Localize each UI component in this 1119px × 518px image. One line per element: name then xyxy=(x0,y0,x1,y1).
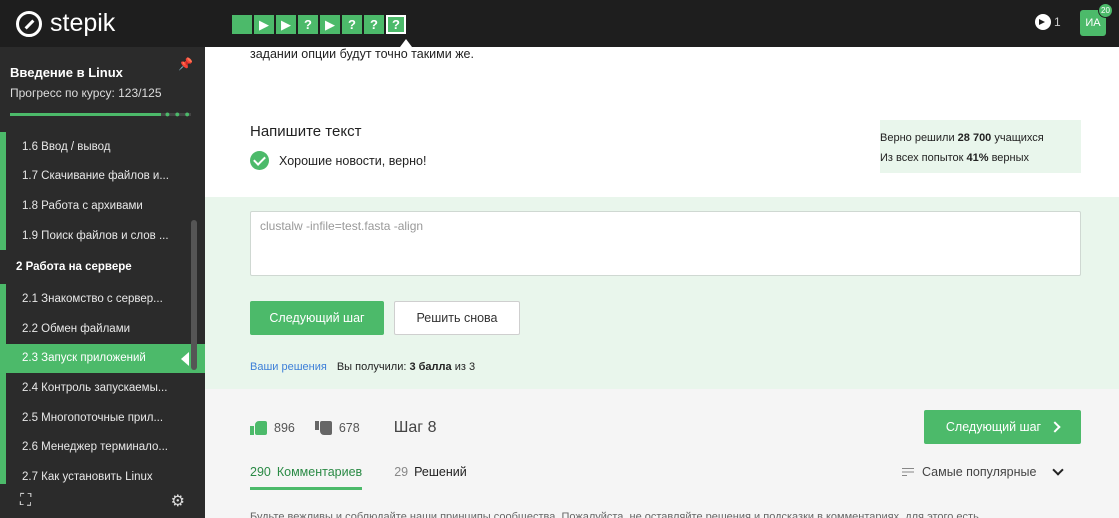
avatar[interactable]: ИА 20 xyxy=(1080,3,1113,36)
solve-stats: Верно решили 28 700 учащихся Из всех поп… xyxy=(880,120,1081,173)
score-line: Ваши решения Вы получили: 3 балла из 3 xyxy=(250,361,475,373)
step-label: Шаг 8 xyxy=(393,419,437,436)
step-button[interactable]: ▶ xyxy=(320,15,340,34)
course-progress-bar: ● ● ● xyxy=(10,109,191,119)
sidebar-lesson[interactable]: 2.3 Запуск приложений xyxy=(0,343,205,374)
tab-count: 290 xyxy=(250,465,271,479)
sort-label: Самые популярные xyxy=(922,465,1037,479)
sidebar-lesson[interactable]: 2.2 Обмен файлами xyxy=(0,313,205,344)
chevron-down-icon xyxy=(1052,464,1065,476)
main-content: задании опции будут точно такими же. Нап… xyxy=(205,47,1119,518)
tab-count: 29 xyxy=(394,465,409,479)
notification-count: 1 xyxy=(1054,15,1061,29)
sidebar-lesson[interactable]: 2.6 Менеджер терминало... xyxy=(0,432,205,462)
avatar-badge: 20 xyxy=(1098,3,1113,18)
tab-label: Решений xyxy=(414,465,467,479)
course-title[interactable]: Введение в Linux xyxy=(10,65,189,80)
thumbs-up-icon[interactable] xyxy=(250,421,268,435)
step-pointer xyxy=(400,39,412,47)
gear-icon[interactable]: ⚙ xyxy=(171,491,185,511)
intro-text: задании опции будут точно такими же. xyxy=(250,47,474,61)
sort-dropdown[interactable]: Самые популярные xyxy=(902,464,1065,479)
chevron-right-icon xyxy=(1049,421,1061,433)
sidebar-lesson[interactable]: 2.7 Как установить Linux xyxy=(0,461,205,484)
pin-icon[interactable]: 📌 xyxy=(178,57,193,71)
tab-label: Комментариев xyxy=(276,465,363,479)
avatar-initials: ИА xyxy=(1085,17,1101,29)
step-navigation: ▶ ▶? ▶??? xyxy=(232,15,406,34)
sidebar-lesson[interactable]: 2.5 Многопоточные прил... xyxy=(0,402,205,433)
sidebar-lesson[interactable]: 1.8 Работа с архивами xyxy=(0,191,205,221)
step-button[interactable]: ▶ xyxy=(254,15,274,34)
sidebar-lesson[interactable]: 2.1 Знакомство с сервер... xyxy=(0,284,205,314)
score-text: Вы получили: 3 балла из 3 xyxy=(336,361,476,373)
dislikes-count: 678 xyxy=(338,421,360,435)
course-header: Введение в Linux Прогресс по курсу: 123/… xyxy=(0,47,205,132)
retry-button[interactable]: Решить снова xyxy=(394,301,520,335)
sidebar-lesson[interactable]: 1.6 Ввод / вывод xyxy=(0,132,205,162)
step-button[interactable]: ? xyxy=(386,15,406,34)
discussion-zone: 896 678 Шаг 8 Следующий шаг 290 Комментар… xyxy=(205,389,1119,518)
sidebar-section[interactable]: 2 Работа на сервере xyxy=(0,250,205,285)
step-button[interactable]: ? xyxy=(342,15,362,34)
check-circle-icon xyxy=(250,151,269,170)
step-button[interactable]: ? xyxy=(298,15,318,34)
thumbs-down-icon[interactable] xyxy=(314,421,333,435)
next-step-button[interactable]: Следующий шаг xyxy=(250,301,384,335)
community-notice: Будьте вежливы и соблюдайте наши принцип… xyxy=(250,511,979,518)
next-step-button-bottom[interactable]: Следующий шаг xyxy=(924,410,1081,444)
topbar: ▶ ▶? ▶??? 1 ИА 20 xyxy=(205,0,1119,47)
sidebar-footer: ⛶ ⚙ xyxy=(0,484,205,518)
notification-icon xyxy=(1035,14,1051,30)
answer-textarea[interactable]: clustalw -infile=test.fasta -align xyxy=(250,211,1081,276)
stats-line-1: Верно решили 28 700 учащихся xyxy=(880,132,1044,144)
answer-zone: clustalw -infile=test.fasta -align Следу… xyxy=(205,197,1119,389)
discussion-tab[interactable]: 29 Решений xyxy=(394,465,467,490)
logo[interactable]: stepik xyxy=(0,0,205,47)
likes-count: 896 xyxy=(274,421,295,435)
discussion-tab[interactable]: 290 Комментариев xyxy=(250,465,363,490)
step-button[interactable] xyxy=(232,15,252,34)
notifications[interactable]: 1 xyxy=(1035,14,1061,30)
course-progress: Прогресс по курсу: 123/125 xyxy=(10,86,162,100)
sidebar-lesson[interactable]: 1.9 Поиск файлов и слов ... xyxy=(0,220,205,251)
step-button[interactable]: ▶ xyxy=(276,15,296,34)
success-text: Хорошие новости, верно! xyxy=(279,153,427,168)
lesson-list: 1.6 Ввод / вывод 1.7 Скачивание файлов и.… xyxy=(0,132,205,484)
sidebar: stepik Введение в Linux Прогресс по курс… xyxy=(0,0,205,518)
sort-icon xyxy=(902,467,914,477)
solutions-link[interactable]: Ваши решения xyxy=(250,361,327,373)
success-message: Хорошие новости, верно! xyxy=(250,151,426,170)
fullscreen-icon[interactable]: ⛶ xyxy=(20,492,31,510)
sidebar-scrollbar[interactable] xyxy=(191,130,197,480)
step-rating: 896 678 Шаг 8 xyxy=(250,419,436,437)
logo-text: stepik xyxy=(50,9,116,37)
stats-line-2: Из всех попыток 41% верных xyxy=(880,152,1030,164)
next-step-label: Следующий шаг xyxy=(945,420,1042,434)
progress-dots: ● ● ● xyxy=(164,109,191,119)
discussion-tabs: 290 Комментариев 29 Решений xyxy=(250,465,467,490)
sidebar-lesson[interactable]: 2.4 Контроль запускаемы... xyxy=(0,373,205,403)
step-button[interactable]: ? xyxy=(364,15,384,34)
task-title: Напишите текст xyxy=(250,123,362,140)
app: stepik Введение в Linux Прогресс по курс… xyxy=(0,0,1119,518)
sidebar-lesson[interactable]: 1.7 Скачивание файлов и... xyxy=(0,161,205,192)
stepik-logo-icon xyxy=(16,10,42,37)
